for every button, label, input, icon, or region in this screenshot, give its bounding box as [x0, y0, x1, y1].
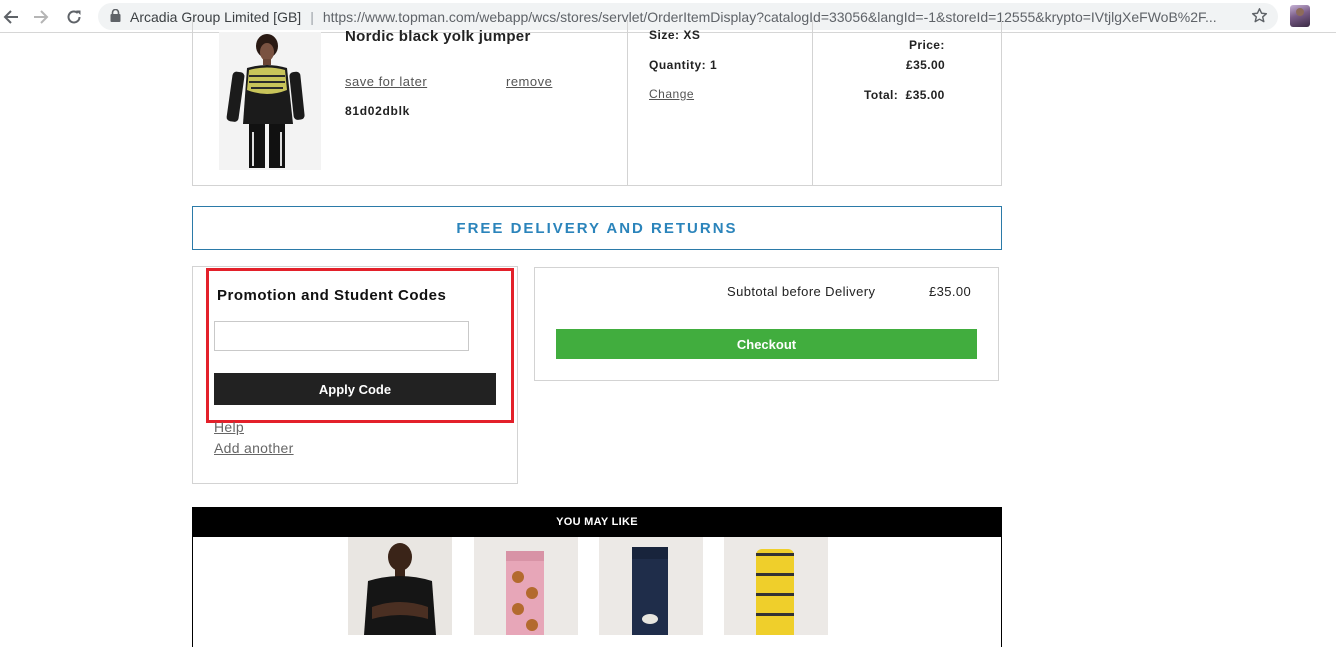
remove-link[interactable]: remove	[506, 74, 552, 89]
you-may-like-header: YOU MAY LIKE	[192, 507, 1002, 537]
item-total: Total: £35.00	[864, 88, 945, 102]
reload-icon[interactable]	[63, 6, 85, 28]
add-another-link[interactable]: Add another	[214, 440, 294, 456]
recommendation-card[interactable]	[348, 537, 452, 635]
you-may-like-carousel	[192, 537, 1002, 647]
promo-code-input[interactable]	[214, 321, 469, 351]
subtotal-value: £35.00	[929, 284, 972, 299]
free-delivery-banner[interactable]: FREE DELIVERY AND RETURNS	[192, 206, 1002, 250]
item-size: Size: XS	[649, 28, 701, 42]
item-quantity: Quantity: 1	[649, 58, 718, 72]
promo-title: Promotion and Student Codes	[217, 287, 447, 304]
product-code: 81d02dblk	[345, 104, 410, 118]
total-label: Total:	[864, 88, 899, 102]
column-divider	[812, 20, 813, 186]
save-for-later-link[interactable]: save for later	[345, 74, 427, 89]
column-divider	[627, 20, 628, 186]
total-value: £35.00	[905, 88, 945, 102]
price-label: Price:	[909, 38, 945, 52]
back-arrow-icon[interactable]	[0, 6, 22, 28]
product-image[interactable]	[219, 32, 321, 170]
subtotal-label: Subtotal before Delivery	[727, 284, 876, 299]
product-name[interactable]: Nordic black yolk jumper	[345, 28, 531, 45]
help-link[interactable]: Help	[214, 419, 244, 435]
forward-arrow-icon[interactable]	[30, 6, 52, 28]
recommendation-card[interactable]	[599, 537, 703, 635]
apply-code-button[interactable]: Apply Code	[214, 373, 496, 405]
bookmark-star-icon[interactable]	[1251, 7, 1268, 29]
price-value: £35.00	[906, 58, 946, 72]
recommendation-card[interactable]	[474, 537, 578, 635]
checkout-button[interactable]: Checkout	[556, 329, 977, 359]
recommendation-card[interactable]	[724, 537, 828, 635]
profile-avatar[interactable]	[1290, 5, 1310, 27]
bag-item: Nordic black yolk jumper save for later …	[192, 20, 1002, 186]
change-link[interactable]: Change	[649, 87, 694, 101]
lock-icon	[110, 8, 121, 25]
